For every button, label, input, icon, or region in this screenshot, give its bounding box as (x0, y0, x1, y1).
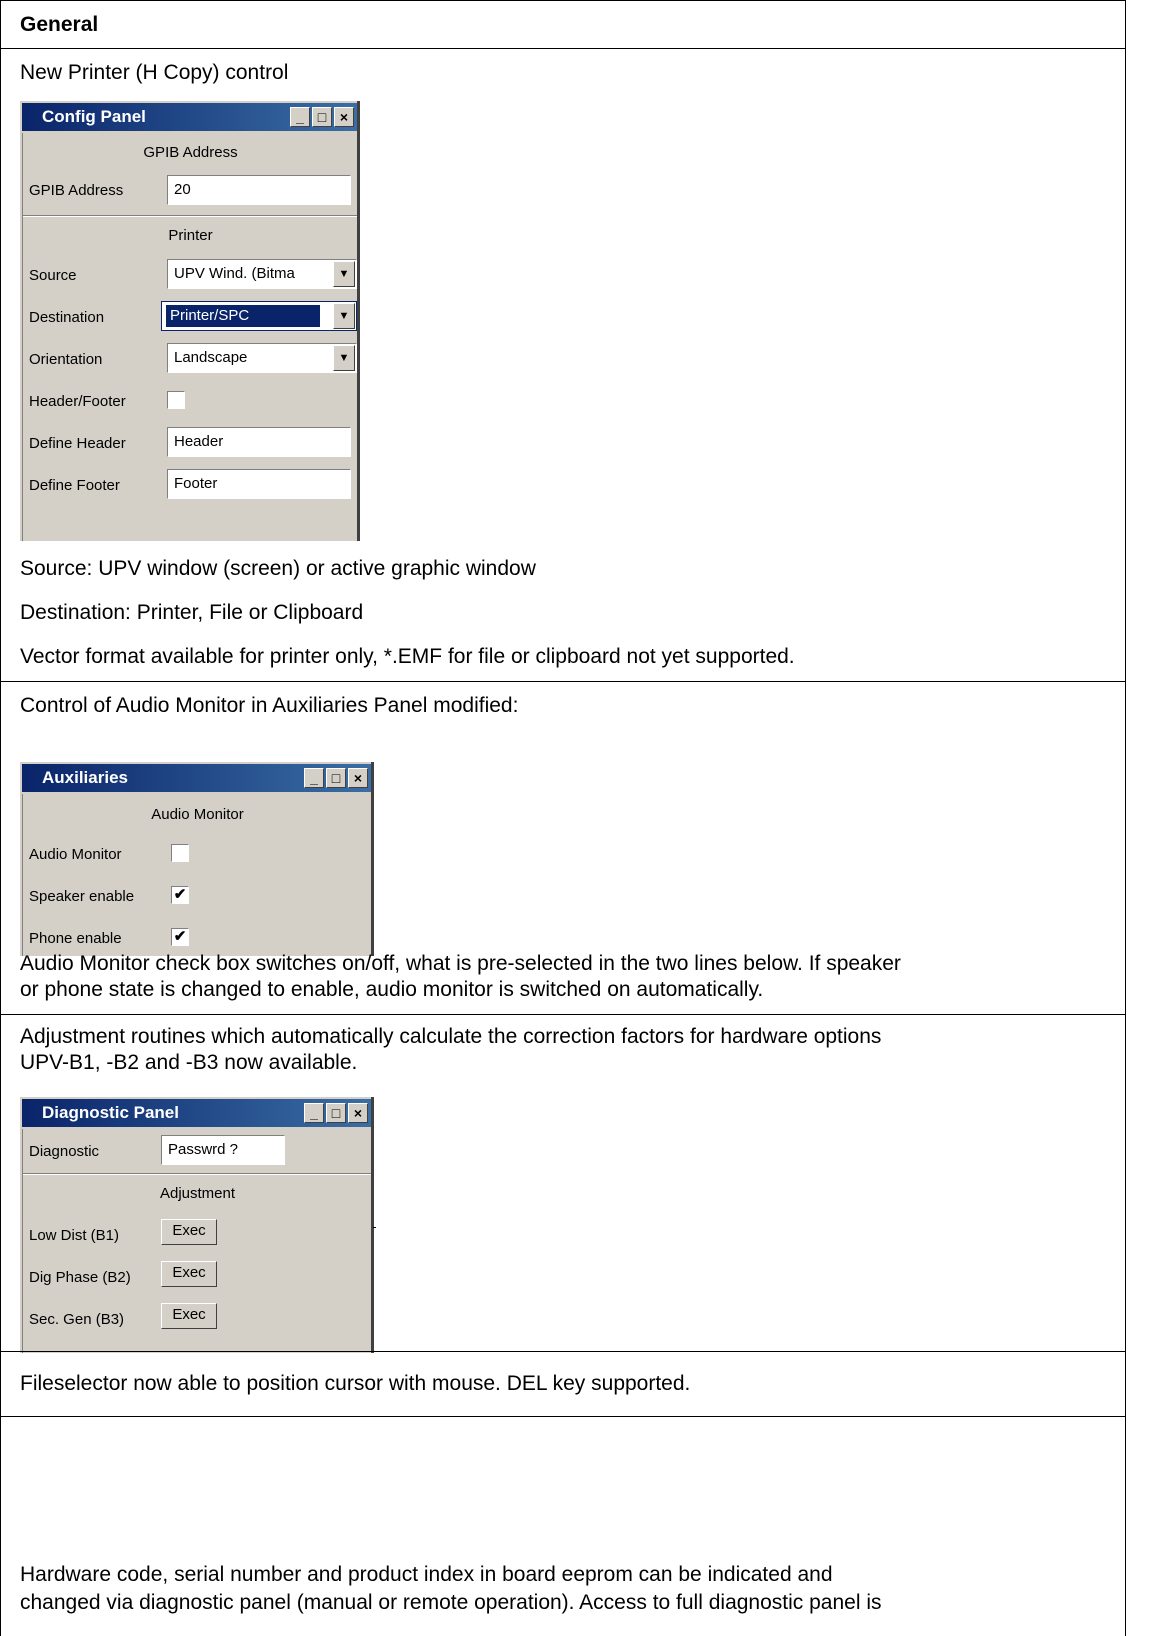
maximize-icon[interactable]: □ (326, 768, 346, 788)
sec-gen-label: Sec. Gen (B3) (29, 1311, 125, 1328)
audio-monitor-section-title: Audio Monitor (151, 806, 244, 823)
section-heading: General (20, 13, 99, 36)
vector-format-note: Vector format available for printer only… (20, 645, 795, 668)
maximize-icon[interactable]: □ (326, 1103, 346, 1123)
sec-gen-exec-button[interactable]: Exec (161, 1303, 217, 1329)
auxiliaries-titlebar: Auxiliaries _ □ × (22, 764, 372, 792)
panel-edge (371, 762, 374, 956)
header-footer-label: Header/Footer (29, 393, 126, 410)
define-header-field[interactable]: Header (167, 427, 351, 457)
hardware-code-section-row: Hardware code, serial number and product… (0, 1416, 1126, 1636)
speaker-enable-checkbox[interactable]: ✔ (171, 886, 189, 904)
diagnostic-password-field[interactable]: Passwrd ? (161, 1135, 285, 1165)
panel-edge (357, 101, 360, 541)
minimize-icon[interactable]: _ (304, 1103, 324, 1123)
close-icon[interactable]: × (348, 768, 368, 788)
adjustment-intro-line2: UPV-B1, -B2 and -B3 now available. (20, 1051, 358, 1074)
config-panel-titlebar: Config Panel _ □ × (22, 103, 358, 131)
dig-phase-exec-button[interactable]: Exec (161, 1261, 217, 1287)
source-label: Source (29, 267, 77, 284)
destination-label: Destination (29, 309, 105, 326)
adjustment-section-title: Adjustment (159, 1185, 236, 1202)
low-dist-label: Low Dist (B1) (29, 1227, 120, 1244)
config-panel-body: GPIB Address GPIB Address 20 Printer Sou… (22, 133, 358, 541)
close-icon[interactable]: × (348, 1103, 368, 1123)
general-header-row: General (0, 0, 1126, 49)
printer-section-title: Printer (168, 227, 213, 244)
gpib-address-label: GPIB Address (29, 182, 124, 199)
destination-value: Printer/SPC (166, 305, 320, 327)
gpib-section-title: GPIB Address (143, 144, 238, 161)
diagnostic-panel-body: Diagnostic Passwrd ? Adjustment Low Dist… (22, 1129, 372, 1353)
define-footer-label: Define Footer (29, 477, 120, 494)
destination-note: Destination: Printer, File or Clipboard (20, 601, 364, 624)
audio-monitor-label: Audio Monitor (29, 846, 122, 863)
audio-monitor-checkbox[interactable] (171, 844, 189, 862)
hardware-code-line2: changed via diagnostic panel (manual or … (20, 1591, 882, 1614)
auxiliaries-body: Audio Monitor Audio Monitor Speaker enab… (22, 794, 372, 956)
config-panel-window: Config Panel _ □ × GPIB Address GPIB Add… (20, 101, 360, 541)
phone-enable-checkbox[interactable]: ✔ (171, 928, 189, 946)
audio-monitor-note-line1: Audio Monitor check box switches on/off,… (20, 952, 901, 975)
low-dist-exec-button[interactable]: Exec (161, 1219, 217, 1245)
auxiliaries-window: Auxiliaries _ □ × Audio Monitor Audio Mo… (20, 762, 374, 956)
maximize-icon[interactable]: □ (312, 107, 332, 127)
source-select[interactable]: UPV Wind. (Bitma ▼ (167, 259, 357, 289)
adjustment-intro-line1: Adjustment routines which automatically … (20, 1025, 882, 1048)
speaker-enable-label: Speaker enable (29, 888, 135, 905)
orientation-select[interactable]: Landscape ▼ (167, 343, 357, 373)
close-icon[interactable]: × (334, 107, 354, 127)
source-value: UPV Wind. (Bitma (174, 265, 295, 282)
fileselector-text: Fileselector now able to position cursor… (20, 1372, 691, 1395)
divider (23, 1173, 372, 1175)
chevron-down-icon[interactable]: ▼ (333, 303, 355, 329)
diagnostic-panel-window: Diagnostic Panel _ □ × Diagnostic Passwr… (20, 1097, 374, 1353)
chevron-down-icon[interactable]: ▼ (333, 345, 355, 371)
gpib-address-field[interactable]: 20 (167, 175, 351, 205)
adjustment-section-row: Adjustment routines which automatically … (0, 1014, 1126, 1353)
orientation-label: Orientation (29, 351, 103, 368)
stray-mark (373, 1227, 376, 1228)
orientation-value: Landscape (174, 349, 248, 366)
hardware-code-line1: Hardware code, serial number and product… (20, 1563, 833, 1586)
diagnostic-label: Diagnostic (29, 1143, 100, 1160)
panel-edge (371, 1097, 374, 1353)
dig-phase-label: Dig Phase (B2) (29, 1269, 131, 1286)
destination-select[interactable]: Printer/SPC ▼ (161, 301, 357, 331)
audio-monitor-note-line2: or phone state is changed to enable, aud… (20, 978, 764, 1001)
define-header-label: Define Header (29, 435, 126, 452)
printer-section-row: New Printer (H Copy) control Config Pane… (0, 48, 1126, 682)
header-footer-checkbox[interactable] (167, 391, 185, 409)
diagnostic-panel-titlebar: Diagnostic Panel _ □ × (22, 1099, 372, 1127)
minimize-icon[interactable]: _ (304, 768, 324, 788)
chevron-down-icon[interactable]: ▼ (333, 261, 355, 287)
phone-enable-label: Phone enable (29, 930, 122, 947)
divider (23, 215, 358, 217)
fileselector-section-row: Fileselector now able to position cursor… (0, 1351, 1126, 1417)
audio-monitor-section-row: Control of Audio Monitor in Auxiliaries … (0, 681, 1126, 1015)
config-panel-title: Config Panel (42, 107, 146, 126)
source-note: Source: UPV window (screen) or active gr… (20, 557, 536, 580)
minimize-icon[interactable]: _ (290, 107, 310, 127)
diagnostic-panel-title: Diagnostic Panel (42, 1103, 179, 1122)
audio-monitor-intro: Control of Audio Monitor in Auxiliaries … (20, 694, 519, 717)
printer-intro-text: New Printer (H Copy) control (20, 61, 289, 84)
define-footer-field[interactable]: Footer (167, 469, 351, 499)
auxiliaries-title: Auxiliaries (42, 768, 128, 787)
